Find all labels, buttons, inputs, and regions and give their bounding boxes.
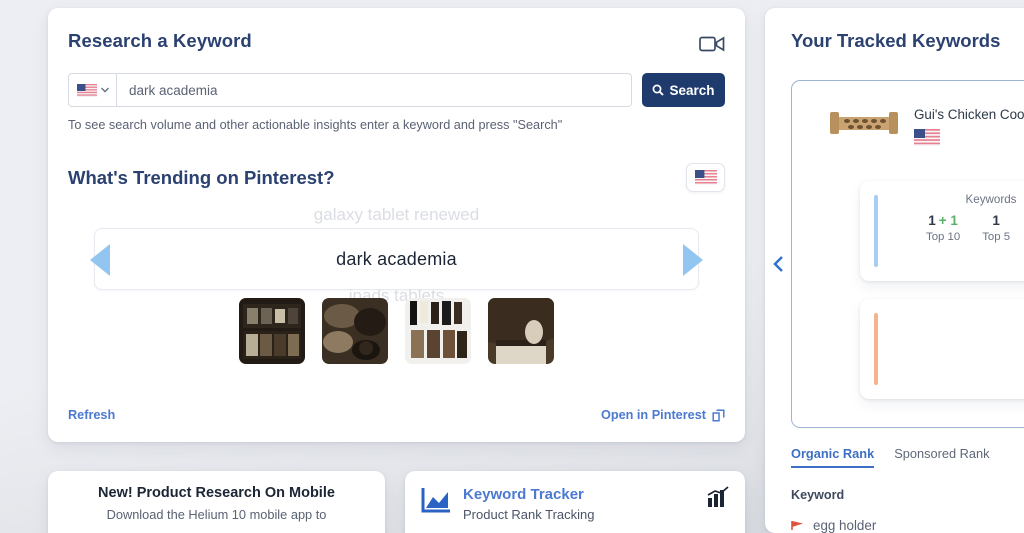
table-row[interactable]: egg holder [791, 518, 876, 533]
tracker-title: Keyword Tracker [463, 486, 584, 503]
tracked-keywords-title: Your Tracked Keywords [791, 30, 1001, 51]
stat-top10-delta: + 1 [938, 213, 958, 228]
trend-thumbnail-strip [68, 286, 725, 376]
us-flag-icon [76, 83, 97, 97]
wooden-egg-holder-thumb [830, 112, 898, 134]
search-button[interactable]: Search [642, 73, 725, 107]
triangle-left-icon[interactable] [683, 244, 703, 276]
dark-academia-sweater[interactable] [488, 298, 554, 364]
tab-sponsored-rank[interactable]: Sponsored Rank [894, 446, 989, 468]
stat-accent-bar [874, 195, 878, 267]
stat-top5-label: Top 5 [982, 231, 1011, 243]
research-keyword-card: Research a Keyword dark academia Search … [48, 8, 745, 442]
trending-header: What's Trending on Pinterest? [68, 163, 725, 192]
tracker-subtitle: Product Rank Tracking [463, 507, 595, 522]
stat-top10-value: 1 [928, 213, 936, 228]
mobile-promo-card[interactable]: New! Product Research On Mobile Download… [48, 471, 385, 533]
external-link-icon [712, 408, 725, 422]
magnifying-glass-icon [653, 84, 665, 96]
keyword-name: egg holder [813, 518, 877, 533]
country-select[interactable] [68, 73, 116, 107]
trending-carousel: galaxy tablet renewed dark academia ipad… [68, 205, 725, 376]
bar-chart-icon [707, 486, 729, 507]
keyword-stat-card[interactable]: Keywords 1 + 1 Top 10 1 Top 5 [860, 181, 1024, 281]
open-in-pinterest-link[interactable]: Open in Pinterest [601, 408, 725, 422]
keyword-stat-card[interactable] [860, 299, 1024, 399]
tracked-keywords-panel: Your Tracked Keywords Gui's Chicken Coop [765, 8, 1024, 533]
chevron-left-icon[interactable] [769, 254, 789, 274]
dark-academia-desk[interactable] [322, 298, 388, 364]
keyword-column-header: Keyword [791, 488, 845, 502]
trend-ghost-previous: galaxy tablet renewed [313, 205, 480, 224]
region-select-button[interactable] [686, 163, 725, 192]
tab-organic-rank[interactable]: Organic Rank [791, 446, 875, 468]
chevron-down-icon [100, 87, 109, 93]
trending-title: What's Trending on Pinterest? [68, 166, 335, 188]
stat-top10: 1 + 1 Top 10 [926, 213, 960, 243]
page-title: Research a Keyword [68, 30, 252, 51]
dark-academia-shelf[interactable] [239, 298, 305, 364]
trend-current-term: dark academia [336, 248, 457, 269]
dark-academia-outfits[interactable] [405, 298, 471, 364]
rank-tabs: Organic Rank Sponsored Rank [791, 446, 990, 468]
triangle-right-icon[interactable] [90, 244, 110, 276]
stat-top5: 1 Top 5 [982, 213, 1010, 243]
search-row: Search [68, 73, 725, 107]
us-flag-icon [914, 129, 940, 146]
stat-header: Keywords [965, 193, 1017, 206]
stat-top5-value: 1 [992, 213, 1000, 228]
keyword-tracker-card[interactable]: Keyword Tracker Product Rank Tracking [405, 471, 745, 533]
refresh-link[interactable]: Refresh [68, 408, 115, 422]
promo-subtitle: Download the Helium 10 mobile app to [106, 507, 327, 522]
product-name: Gui's Chicken Coop [914, 107, 1024, 122]
card-footer: Refresh Open in Pinterest [68, 408, 725, 422]
tracked-product-box: Gui's Chicken Coop Keywords 1 + 1 Top 10… [791, 80, 1024, 428]
trend-current-card[interactable]: dark academia [94, 228, 699, 290]
red-flag-icon[interactable] [791, 519, 804, 532]
search-button-label: Search [669, 82, 715, 98]
open-in-pinterest-label: Open in Pinterest [600, 408, 706, 422]
us-flag-icon [694, 170, 717, 185]
search-hint: To see search volume and other actionabl… [68, 118, 563, 132]
promo-title: New! Product Research On Mobile [98, 485, 335, 501]
product-row: Gui's Chicken Coop [792, 81, 1024, 151]
area-chart-icon [421, 488, 450, 513]
stat-top10-label: Top 10 [926, 231, 961, 243]
search-input[interactable] [116, 73, 632, 107]
stat-accent-bar [874, 313, 878, 385]
video-camera-icon[interactable] [699, 34, 725, 54]
